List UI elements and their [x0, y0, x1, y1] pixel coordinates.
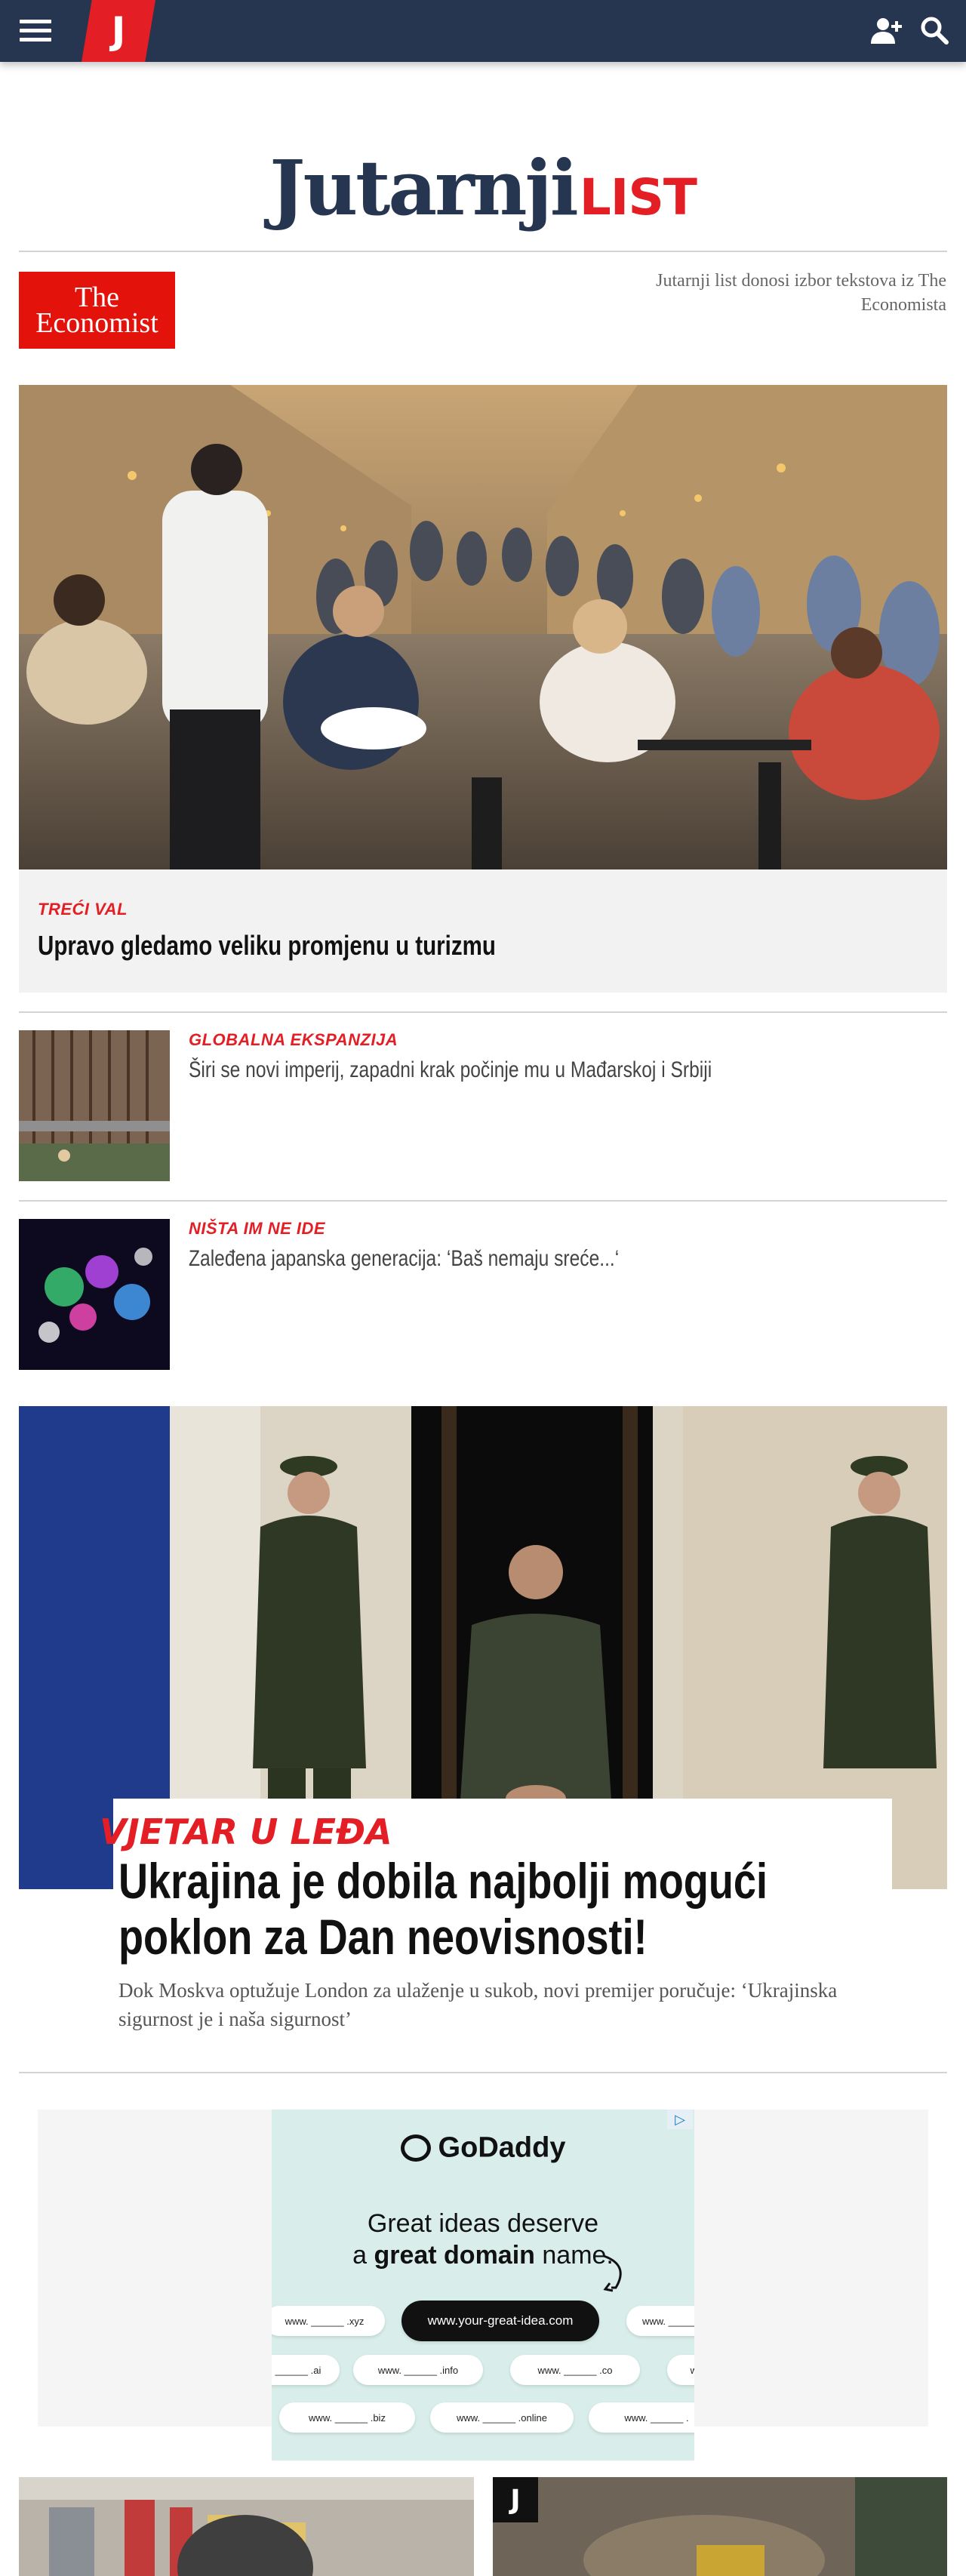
story-thumbnail	[19, 1030, 170, 1181]
hamburger-menu-icon[interactable]	[20, 20, 51, 42]
top-navigation-bar: J	[0, 0, 966, 62]
adchoices-icon[interactable]: ▷	[667, 2110, 693, 2129]
ad-domain-pill: ______ .ai	[272, 2355, 340, 2385]
hero-kicker: TREĆI VAL	[38, 900, 128, 919]
divider	[19, 1011, 947, 1013]
story-title[interactable]: Širi se novi imperij, zapadni krak počin…	[189, 1057, 712, 1083]
partner-note: Jutarnji list donosi izbor tekstova iz T…	[656, 271, 946, 315]
economist-logo[interactable]: The Economist	[19, 272, 175, 349]
user-add-icon[interactable]	[869, 15, 903, 45]
ad-domain-pill: www. ______ .	[589, 2402, 694, 2433]
godaddy-brand: GoDaddy	[438, 2131, 566, 2164]
divider	[19, 1200, 947, 1202]
brand-name: Jutarnji	[269, 143, 579, 232]
ad-headline-line1: Great ideas deserve	[367, 2209, 599, 2238]
story-kicker: NIŠTA IM NE IDE	[189, 1219, 326, 1238]
divider	[19, 251, 947, 252]
article-tile[interactable]: J	[493, 2477, 947, 2576]
ad-domain-pill: ww	[667, 2355, 694, 2385]
arrow-icon	[603, 2254, 622, 2292]
hero-image	[19, 385, 947, 869]
feature-title[interactable]: Ukrajina je dobila najbolji mogući poklo…	[118, 1853, 824, 1965]
article-tile[interactable]	[19, 2477, 474, 2576]
advertisement-godaddy[interactable]: ▷ GoDaddy Great ideas deserve a great do…	[272, 2110, 694, 2461]
ad-cta-pill[interactable]: www.your-great-idea.com	[401, 2301, 599, 2341]
story-item[interactable]: NIŠTA IM NE IDE Zaleđena japanska genera…	[19, 1219, 947, 1370]
feature-kicker: VJETAR U LEĐA	[100, 1811, 392, 1852]
godaddy-logo: GoDaddy	[272, 2131, 694, 2164]
feature-lead: Dok Moskva optužuje London za ulaženje u…	[118, 1979, 838, 2030]
ad-domain-pill: www. ______ .xyz	[272, 2306, 385, 2336]
tile-image	[493, 2477, 947, 2576]
site-logo-j[interactable]: J	[82, 0, 155, 62]
story-title[interactable]: Zaleđena japanska generacija: ‘Baš nemaj…	[189, 1246, 619, 1272]
brand-wordmark[interactable]: JutarnjiLIST	[0, 143, 966, 232]
story-item[interactable]: GLOBALNA EKSPANZIJA Širi se novi imperij…	[19, 1030, 947, 1181]
hero-article-card[interactable]: TREĆI VAL Upravo gledamo veliku promjenu…	[19, 385, 947, 993]
search-icon[interactable]	[919, 15, 949, 45]
ad-domain-pill: www. ______ .biz	[279, 2402, 415, 2433]
story-thumbnail	[19, 1219, 170, 1370]
ad-headline-part: a	[352, 2241, 374, 2270]
tile-image	[19, 2477, 474, 2576]
hero-title[interactable]: Upravo gledamo veliku promjenu u turizmu	[38, 930, 496, 962]
ad-headline-bold: great domain	[374, 2241, 535, 2270]
economist-logo-line1: The	[74, 282, 120, 313]
brand-suffix: LIST	[579, 168, 697, 226]
ad-domain-pill: www. ______ .info	[353, 2355, 483, 2385]
economist-logo-line2: Economist	[35, 307, 158, 339]
ad-domain-pill: www. ______	[626, 2306, 694, 2336]
story-kicker: GLOBALNA EKSPANZIJA	[189, 1030, 398, 1049]
divider	[19, 2072, 947, 2073]
ad-domain-pill: www. ______ .co	[510, 2355, 640, 2385]
tile-logo-j: J	[493, 2477, 538, 2522]
ad-domain-pill: www. ______ .online	[430, 2402, 574, 2433]
